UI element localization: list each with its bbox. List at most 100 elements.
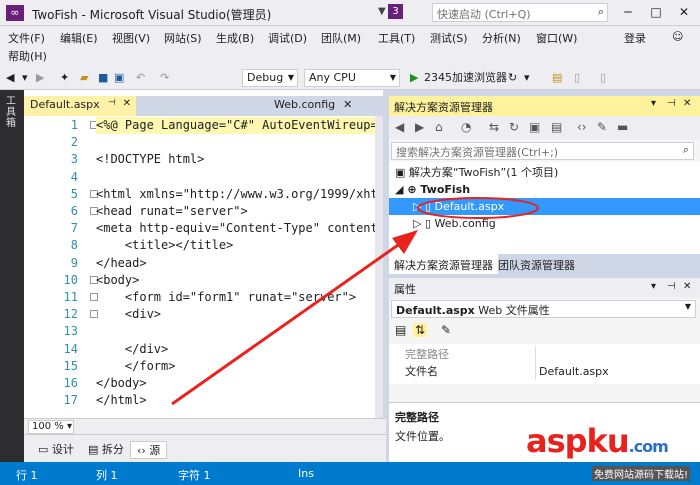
code-line[interactable]: </head> xyxy=(96,255,147,272)
alphabetical-icon[interactable]: ⇅ xyxy=(413,323,428,337)
source-view-button[interactable]: ‹› 源 xyxy=(130,441,168,459)
tab-team-explorer[interactable]: 团队资源管理器 xyxy=(493,254,580,274)
vertical-scrollbar[interactable] xyxy=(375,116,383,418)
menu-help[interactable]: 帮助(H) xyxy=(8,48,47,64)
start-debug-icon[interactable]: ▶ xyxy=(410,69,418,87)
solution-search-input[interactable]: 搜索解决方案资源管理器(Ctrl+;) ⌕ xyxy=(391,142,694,160)
code-line[interactable]: <head runat="server"> xyxy=(96,203,248,220)
pending-changes-icon[interactable]: ◔ xyxy=(461,120,471,134)
toolbox-tab[interactable]: 工具箱 xyxy=(0,90,24,462)
menu-website[interactable]: 网站(S) xyxy=(164,30,202,46)
view-code-icon[interactable]: ‹› xyxy=(577,120,587,134)
refresh-icon[interactable]: ↻ xyxy=(509,120,519,134)
open-file-icon[interactable]: ▰ xyxy=(80,69,88,87)
refresh-icon[interactable]: ↻ xyxy=(508,69,517,87)
platform-select[interactable]: Any CPU ▼ xyxy=(304,69,400,87)
collapse-all-icon[interactable]: ▣ xyxy=(529,120,540,134)
pin-icon[interactable]: ⊣ xyxy=(667,98,676,109)
code-line[interactable]: <body> xyxy=(96,272,139,289)
home-icon[interactable]: ⌂ xyxy=(435,120,443,134)
dropdown-icon[interactable]: ▾ xyxy=(22,69,28,87)
close-icon[interactable]: ✕ xyxy=(683,281,691,292)
menu-edit[interactable]: 编辑(E) xyxy=(60,30,98,46)
menu-view[interactable]: 视图(V) xyxy=(112,30,150,46)
code-line[interactable]: </form> xyxy=(96,358,176,375)
back-icon[interactable]: ◀ xyxy=(6,69,14,87)
design-view-button[interactable]: ▭ 设计 xyxy=(32,441,80,459)
menu-tools[interactable]: 工具(T) xyxy=(378,30,415,46)
back-icon[interactable]: ◀ xyxy=(395,120,404,134)
preview-icon[interactable]: ▬ xyxy=(617,120,628,134)
expand-icon[interactable]: ◢ xyxy=(395,183,403,196)
property-pages-icon[interactable]: ✎ xyxy=(441,323,451,337)
properties-wrench-icon[interactable]: ✎ xyxy=(597,120,607,134)
new-project-icon[interactable]: ✦ xyxy=(60,69,69,87)
code-line[interactable]: </div> xyxy=(96,341,168,358)
bookmark-icon[interactable]: ▯ xyxy=(600,69,606,87)
split-view-button[interactable]: ▤ 拆分 xyxy=(82,441,130,459)
feedback-icon[interactable]: ☺ xyxy=(672,30,683,43)
run-browser-button[interactable]: 2345加速浏览器 xyxy=(424,69,507,87)
property-object-select[interactable]: Default.aspx Web 文件属性 ▼ xyxy=(391,300,696,318)
tab-solution-explorer[interactable]: 解决方案资源管理器 xyxy=(389,254,498,274)
chevron-down-icon[interactable]: ▾ xyxy=(524,69,530,87)
code-area[interactable]: 1 <%@ Page Language="C#" AutoEventWireup=… xyxy=(24,116,378,418)
forward-icon[interactable]: ▶ xyxy=(415,120,424,134)
code-line[interactable]: <div> xyxy=(96,306,161,323)
window-position-icon[interactable]: ▾ xyxy=(651,98,656,109)
code-line[interactable]: <meta http-equiv="Content-Type" content xyxy=(96,220,378,237)
menu-file[interactable]: 文件(F) xyxy=(8,30,45,46)
code-line[interactable]: <%@ Page Language="C#" AutoEventWireup= xyxy=(96,117,378,134)
quick-launch-input[interactable]: 快速启动 (Ctrl+Q) ⌕ xyxy=(432,3,608,22)
comment-icon[interactable]: ▯ xyxy=(574,69,580,87)
save-all-icon[interactable]: ▣ xyxy=(114,69,124,87)
undo-icon[interactable]: ↶ xyxy=(136,69,145,87)
pin-icon[interactable]: ⊣ xyxy=(108,98,116,108)
search-icon: ⌕ xyxy=(682,143,689,156)
tab-web-config[interactable]: Web.config ✕ xyxy=(274,98,352,111)
file-default-aspx[interactable]: ▷ ▯ Default.aspx xyxy=(389,198,700,215)
expand-icon[interactable]: ▷ xyxy=(413,217,421,230)
code-line[interactable]: <title></title> xyxy=(96,237,233,254)
login-link[interactable]: 登录 xyxy=(624,30,646,46)
sync-icon[interactable]: ⇆ xyxy=(489,120,499,134)
close-icon[interactable]: ✕ xyxy=(123,98,131,109)
save-icon[interactable]: ■ xyxy=(98,69,108,87)
close-icon[interactable]: ✕ xyxy=(683,98,691,109)
solution-node[interactable]: ▣ 解决方案“TwoFish”(1 个项目) xyxy=(395,164,558,181)
find-icon[interactable]: ▤ xyxy=(552,69,562,87)
tab-default-aspx[interactable]: Default.aspx ⊣ ✕ xyxy=(24,96,136,116)
menu-team[interactable]: 团队(M) xyxy=(321,30,361,46)
minimize-button[interactable]: ─ xyxy=(618,2,638,22)
menu-test[interactable]: 测试(S) xyxy=(430,30,468,46)
property-row[interactable]: 完整路径 xyxy=(389,346,700,363)
menu-window[interactable]: 窗口(W) xyxy=(536,30,577,46)
expand-icon[interactable]: ▷ xyxy=(413,200,421,213)
property-row[interactable]: 文件名 Default.aspx xyxy=(389,363,700,380)
maximize-button[interactable]: □ xyxy=(646,2,666,22)
notification-badge[interactable]: 3 xyxy=(388,4,403,19)
pin-icon[interactable]: ⊣ xyxy=(667,281,676,292)
redo-icon[interactable]: ↷ xyxy=(160,69,169,87)
code-line[interactable]: </body> xyxy=(96,375,147,392)
code-line[interactable]: <form id="form1" runat="server"> xyxy=(96,289,356,306)
view-bar: ▭ 设计 ▤ 拆分 ‹› 源 xyxy=(24,434,386,462)
code-line[interactable]: <html xmlns="http://www.w3.org/1999/xhtm… xyxy=(96,186,378,203)
file-web-config[interactable]: ▷ ▯ Web.config xyxy=(413,215,496,232)
project-node[interactable]: ◢ ⊕ TwoFish xyxy=(395,181,470,198)
show-all-files-icon[interactable]: ▤ xyxy=(551,120,562,134)
notification-flag-icon[interactable]: ▼ xyxy=(378,6,386,17)
forward-icon[interactable]: ▶ xyxy=(36,69,44,87)
close-icon[interactable]: ✕ xyxy=(343,98,352,111)
menu-build[interactable]: 生成(B) xyxy=(216,30,254,46)
zoom-select[interactable]: 100 % ▾ xyxy=(28,420,74,434)
window-position-icon[interactable]: ▾ xyxy=(651,281,656,292)
categorized-icon[interactable]: ▤ xyxy=(395,323,406,337)
line-number: 7 xyxy=(70,221,78,236)
code-line[interactable]: <!DOCTYPE html> xyxy=(96,151,204,168)
menu-analyze[interactable]: 分析(N) xyxy=(482,30,521,46)
code-line[interactable]: </html> xyxy=(96,392,147,409)
menu-debug[interactable]: 调试(D) xyxy=(268,30,307,46)
configuration-select[interactable]: Debug ▼ xyxy=(242,69,298,87)
close-button[interactable]: ✕ xyxy=(674,2,694,22)
